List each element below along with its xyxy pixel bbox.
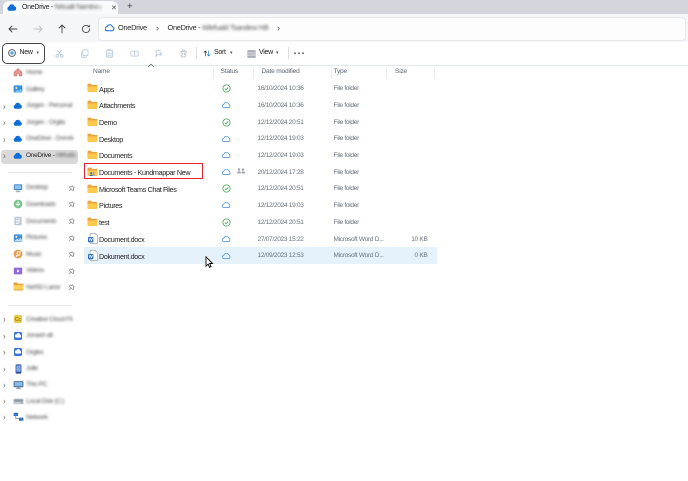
svg-text:W: W: [89, 254, 93, 259]
svg-text:W: W: [89, 237, 93, 242]
svg-text:Cc: Cc: [15, 317, 22, 323]
